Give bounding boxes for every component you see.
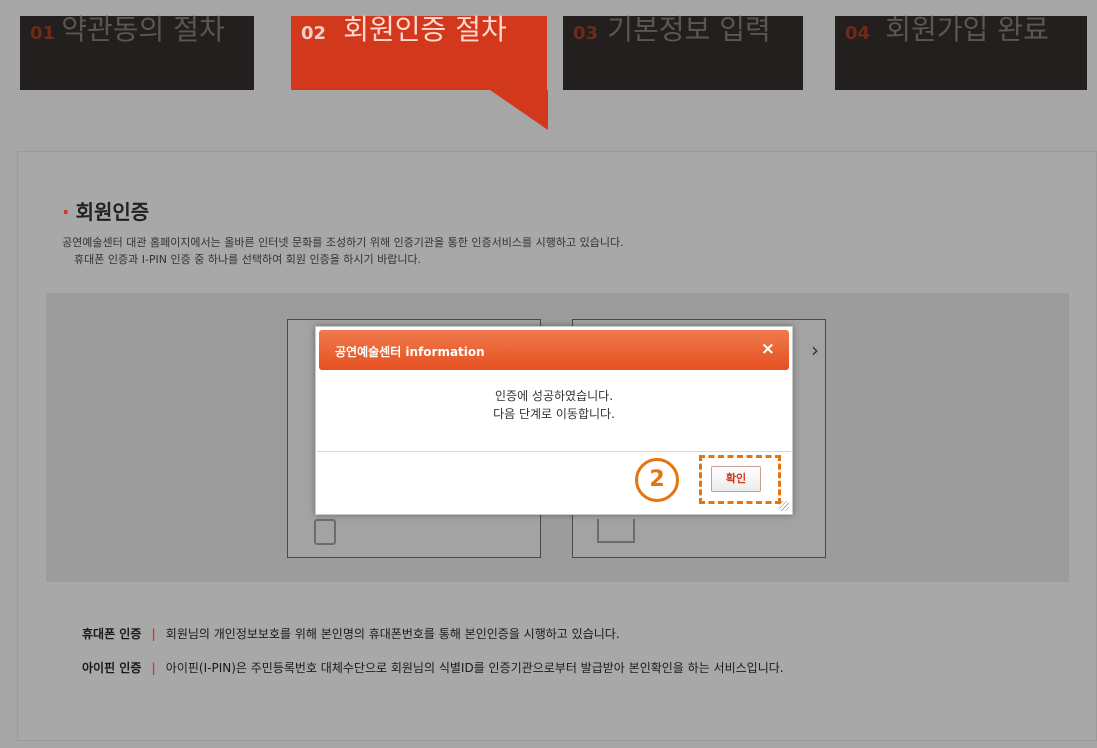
ipin-auth-text: 아이핀(I-PIN)은 주민등록번호 대체수단으로 회원님의 식별ID를 인증기… xyxy=(165,661,784,675)
phone-icon xyxy=(314,519,336,545)
annotation-step-badge: 2 xyxy=(635,458,679,502)
chevron-right-icon: › xyxy=(811,338,819,362)
signup-steps: 01 약관동의 절차 02 회원인증 절차 03 기본정보 입력 04 회원가입… xyxy=(0,0,1097,150)
ipin-auth-note: 아이핀 인증 | 아이핀(I-PIN)은 주민등록번호 대체수단으로 회원님의 식별… xyxy=(82,651,784,685)
dialog-divider xyxy=(317,451,791,452)
phone-auth-note: 휴대폰 인증 | 회원님의 개인정보보호를 위해 본인명의 휴대폰번호를 통해 본인… xyxy=(82,617,784,651)
description-line-2: 휴대폰 인증과 I-PIN 인증 중 하나를 선택하여 회원 인증을 하시기 바… xyxy=(74,253,422,266)
step-2-active: 02 회원인증 절차 xyxy=(291,16,547,90)
step-1-label: 약관동의 절차 xyxy=(61,13,225,46)
step-3: 03 기본정보 입력 xyxy=(563,16,803,90)
active-step-pointer xyxy=(490,90,548,130)
step-3-label: 기본정보 입력 xyxy=(607,13,771,46)
close-icon[interactable]: × xyxy=(761,339,775,359)
phone-auth-text: 회원님의 개인정보보호를 위해 본인명의 휴대폰번호를 통해 본인인증을 시행하… xyxy=(165,627,620,641)
section-title: · 회원인증 xyxy=(62,196,149,225)
phone-auth-key: 휴대폰 인증 xyxy=(82,627,142,641)
description-line-1: 공연예술센터 대관 홈페이지에서는 올바른 인터넷 문화를 조성하기 위해 인증… xyxy=(62,236,624,249)
book-icon xyxy=(597,519,635,543)
section-title-text: 회원인증 xyxy=(75,200,150,224)
bullet-icon: · xyxy=(62,200,70,224)
dialog-header[interactable]: 공연예술센터 information × xyxy=(319,330,789,370)
step-4: 04 회원가입 완료 xyxy=(835,16,1087,90)
step-1: 01 약관동의 절차 xyxy=(20,16,254,90)
dialog-message: 인증에 성공하였습니다. 다음 단계로 이동합니다. xyxy=(316,387,792,423)
dialog-message-line-1: 인증에 성공하였습니다. xyxy=(494,389,614,403)
auth-notes: 휴대폰 인증 | 회원님의 개인정보보호를 위해 본인명의 휴대폰번호를 통해 본인… xyxy=(82,617,784,685)
ipin-auth-key: 아이핀 인증 xyxy=(82,661,142,675)
dialog-message-line-2: 다음 단계로 이동합니다. xyxy=(493,407,615,421)
step-2-label: 회원인증 절차 xyxy=(343,13,507,46)
step-4-label: 회원가입 완료 xyxy=(885,13,1049,46)
dialog-title: 공연예술센터 information xyxy=(335,345,485,359)
annotation-highlight xyxy=(699,455,781,504)
separator: | xyxy=(151,627,156,641)
section-description: 공연예술센터 대관 홈페이지에서는 올바른 인터넷 문화를 조성하기 위해 인증… xyxy=(62,234,624,268)
separator: | xyxy=(151,661,156,675)
